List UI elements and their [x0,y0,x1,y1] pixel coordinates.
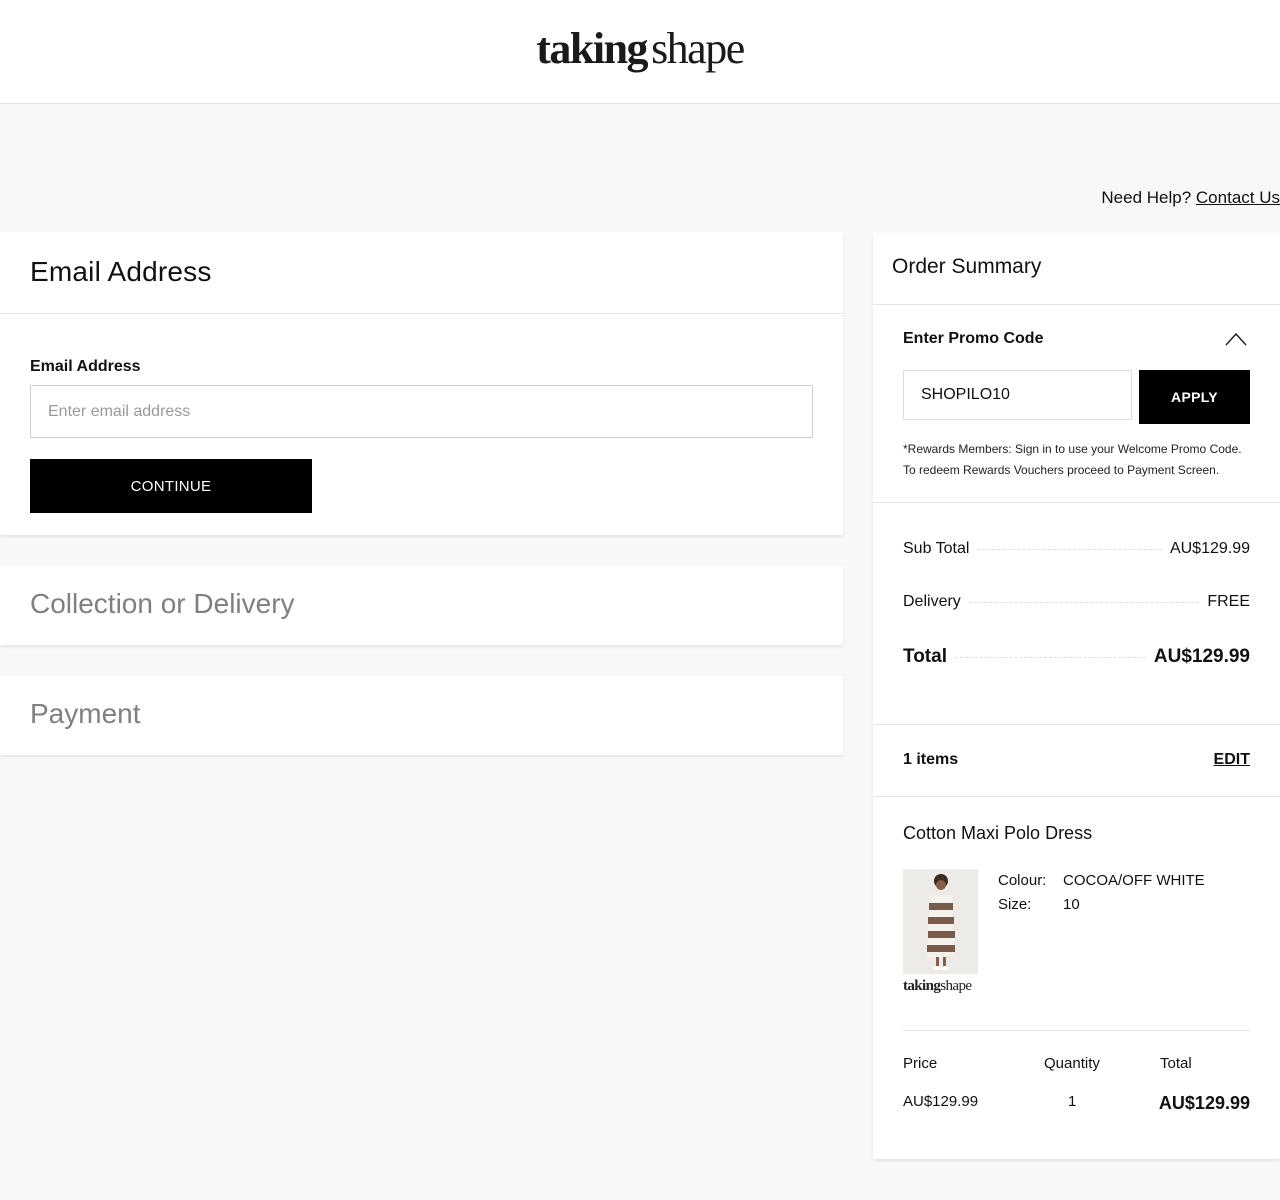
promo-code-label: Enter Promo Code [903,330,1044,347]
contact-us-link[interactable]: Contact Us [1196,188,1280,207]
collection-delivery-title: Collection or Delivery [30,588,295,619]
subtotal-row: Sub Total AU$129.99 [903,540,1250,558]
email-field[interactable] [30,385,813,438]
promo-note: *Rewards Members: Sign in to use your We… [903,439,1253,481]
divider [873,796,1280,797]
delivery-value: FREE [1207,593,1250,610]
colour-value: COCOA/OFF WHITE [1063,872,1205,889]
size-label: Size: [998,896,1032,913]
size-value: 10 [1063,896,1080,913]
dash-leader [954,656,1146,658]
total-row: Total AU$129.99 [903,646,1250,668]
order-summary-title: Order Summary [892,255,1042,278]
email-section-title: Email Address [0,232,843,314]
divider [873,724,1280,725]
header: takingshape [0,0,1280,104]
chevron-up-icon[interactable] [1225,332,1247,346]
divider [873,304,1280,305]
mini-logo-shape: shape [940,978,972,994]
product-brand-logo: takingshape [903,978,983,995]
colour-label: Colour: [998,872,1047,889]
logo-part-taking: taking [536,24,648,73]
continue-button[interactable]: CONTINUE [30,459,312,513]
payment-section[interactable]: Payment [0,676,843,755]
promo-code-input[interactable] [903,370,1132,420]
item-quantity: 1 [1068,1093,1077,1110]
total-label: Total [903,646,947,667]
delivery-label: Delivery [903,593,961,610]
subtotal-label: Sub Total [903,540,970,557]
help-text: Need Help? Contact Us [1101,188,1280,208]
product-image[interactable] [903,869,978,974]
payment-title: Payment [30,698,141,729]
email-section: Email Address Email Address CONTINUE [0,232,843,535]
email-field-label: Email Address [30,358,141,375]
help-prompt: Need Help? [1101,188,1192,207]
dash-leader [968,601,1200,603]
dress-illustration [903,869,978,974]
mini-logo-taking: taking [903,978,941,994]
divider [873,502,1280,503]
total-header: Total [1160,1055,1192,1072]
dash-leader [977,548,1162,550]
product-name[interactable]: Cotton Maxi Polo Dress [903,823,1092,844]
price-header: Price [903,1055,938,1072]
logo-part-shape: shape [651,24,745,73]
divider [903,1030,1250,1031]
edit-link[interactable]: EDIT [1214,751,1250,769]
item-total: AU$129.99 [1158,1093,1250,1113]
item-price: AU$129.99 [903,1093,979,1110]
apply-button[interactable]: APPLY [1139,370,1250,424]
quantity-header: Quantity [1044,1055,1100,1072]
items-count: 1 items [903,751,959,768]
delivery-row: Delivery FREE [903,593,1250,611]
collection-delivery-section[interactable]: Collection or Delivery [0,566,843,645]
promo-note-line-1: *Rewards Members: Sign in to use your We… [903,442,1242,456]
brand-logo[interactable]: takingshape [0,24,1280,74]
promo-note-line-2: To redeem Rewards Vouchers proceed to Pa… [903,463,1220,477]
total-value: AU$129.99 [1153,646,1250,667]
subtotal-value: AU$129.99 [1169,540,1250,557]
order-summary: Order Summary Enter Promo Code APPLY *Re… [873,233,1280,1159]
